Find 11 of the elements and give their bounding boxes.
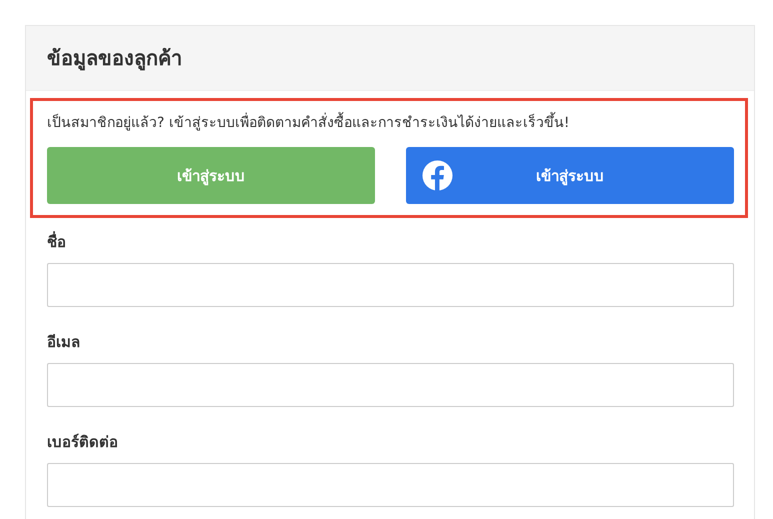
login-button[interactable]: เข้าสู่ระบบ: [47, 147, 375, 204]
field-label: เบอร์ติดต่อ: [47, 432, 119, 453]
facebook-icon: [422, 160, 453, 191]
facebook-login-button[interactable]: เข้าสู่ระบบ: [406, 147, 734, 204]
field-label: อีเมล: [47, 332, 81, 353]
field-label: ชื่อ: [47, 230, 67, 253]
input-field[interactable]: [47, 463, 734, 507]
login-message: เป็นสมาชิกอยู่แล้ว? เข้าสู่ระบบเพื่อติดตามคำสั่งซื้อและการชำระเงินได้ง่ายและเร็วขึ้น!: [47, 111, 734, 133]
input-field[interactable]: [47, 363, 734, 407]
input-field[interactable]: [47, 263, 734, 307]
section-title: ข้อมูลของลูกค้า: [47, 45, 182, 72]
